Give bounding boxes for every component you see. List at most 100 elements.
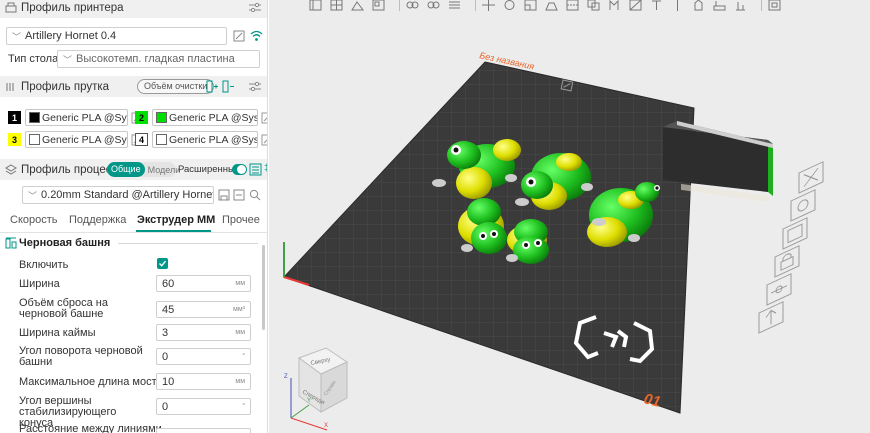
- bed-type-select[interactable]: ﹀ Высокотемп. гладкая пластина: [57, 50, 260, 68]
- z-axis-label: Z: [284, 374, 288, 380]
- 3d-viewport[interactable]: Без названия 01 Сверху Спереди Справа Z …: [269, 0, 870, 433]
- tab-other[interactable]: Прочее: [222, 212, 260, 228]
- param-input-line-spacing[interactable]: [156, 428, 251, 433]
- search-icon[interactable]: [249, 189, 261, 204]
- enable-prime-tower-checkbox[interactable]: [157, 258, 168, 269]
- edit-printer-icon[interactable]: [233, 30, 245, 45]
- plate-settings-icon[interactable]: [790, 189, 816, 222]
- param-input-width[interactable]: 60 мм: [156, 275, 251, 292]
- filament-select[interactable]: Generic PLA @Sys...: [25, 109, 128, 126]
- x-axis-label: X: [324, 423, 328, 429]
- enable-prime-tower-label: Включить: [19, 259, 69, 271]
- chevron-down-icon: ﹀: [12, 31, 22, 42]
- move-plate-icon[interactable]: [758, 301, 784, 334]
- y-axis-indicator: [290, 404, 310, 419]
- param-value: 60: [162, 277, 175, 290]
- filament-select[interactable]: Generic PLA @Syste...: [152, 131, 258, 148]
- toggle-global-option[interactable]: Общие: [107, 162, 145, 177]
- filament-number-badge: 3: [8, 133, 21, 146]
- filament-color-swatch[interactable]: [29, 112, 40, 123]
- param-value: 10: [162, 375, 175, 388]
- add-filament-icon[interactable]: [206, 80, 219, 96]
- param-label: Максимальное длина моста: [19, 376, 163, 388]
- tabs-divider: [0, 232, 267, 233]
- process-section-header[interactable]: Профиль процесса Общие Модели Расширенны…: [0, 159, 267, 180]
- delete-preset-icon[interactable]: [233, 189, 245, 204]
- group-divider: [118, 243, 258, 244]
- filament-name: Generic PLA @Syste...: [169, 133, 258, 146]
- printer-select-value: Artillery Hornet 0.4: [25, 30, 117, 42]
- save-preset-icon[interactable]: [218, 189, 230, 204]
- filament-name: Generic PLA @Sys...: [42, 133, 127, 146]
- param-input-bridge-length[interactable]: 10 мм: [156, 373, 251, 390]
- edit-filament-icon[interactable]: [261, 134, 267, 146]
- param-unit: мм: [235, 329, 245, 336]
- param-label: Угол поворота черновой башни: [19, 345, 143, 368]
- advanced-mode-switch[interactable]: [232, 164, 247, 175]
- prime-tower-icon: [5, 237, 17, 252]
- filament-number-badge: 1: [8, 111, 21, 124]
- param-input-cone-angle[interactable]: 0 °: [156, 398, 251, 415]
- param-unit: °: [242, 353, 245, 360]
- printer-section-header[interactable]: Профиль принтера: [0, 0, 267, 18]
- filament-name: Generic PLA @Syste...: [169, 111, 258, 124]
- tab-multimaterial[interactable]: Экструдер ММ: [137, 212, 215, 228]
- compare-icon[interactable]: [249, 163, 262, 179]
- printer-select[interactable]: ﹀ Artillery Hornet 0.4: [6, 27, 227, 45]
- filament-slot-2[interactable]: 2 Generic PLA @Syste...: [135, 109, 267, 126]
- advanced-mode-label: Расширенный: [178, 164, 241, 175]
- param-input-brim-width[interactable]: 3 мм: [156, 324, 251, 341]
- cut-off-icon[interactable]: ‡: [264, 163, 267, 176]
- param-unit: мм³: [233, 306, 245, 313]
- param-value: 0: [162, 400, 169, 413]
- filament-color-swatch[interactable]: [156, 112, 167, 123]
- lock-plate-icon[interactable]: [774, 245, 800, 278]
- bed-type-label: Тип стола: [8, 53, 59, 65]
- printer-section-title: Профиль принтера: [21, 1, 124, 14]
- filament-select[interactable]: Generic PLA @Syste...: [152, 109, 258, 126]
- filament-section-title: Профиль прутка: [21, 80, 110, 93]
- bed-type-value: Высокотемп. гладкая пластина: [76, 53, 235, 65]
- settings-scrollbar[interactable]: [262, 245, 265, 330]
- filament-number-badge: 4: [135, 133, 148, 146]
- flush-volumes-button[interactable]: Объём очистки: [137, 79, 215, 94]
- param-label: Ширина каймы: [19, 327, 96, 339]
- filament-color-swatch[interactable]: [29, 134, 40, 145]
- view-cube[interactable]: Сверху Спереди Справа Z Y X: [284, 347, 349, 431]
- param-value: 0: [162, 350, 169, 363]
- remove-filament-icon[interactable]: [222, 80, 235, 96]
- process-preset-select[interactable]: ﹀ 0.20mm Standard @Artillery Hornet - ..…: [22, 186, 214, 204]
- param-unit: °: [242, 403, 245, 410]
- param-input-rotation-angle[interactable]: 0 °: [156, 348, 251, 365]
- x-axis-indicator: [290, 417, 328, 431]
- filament-color-swatch[interactable]: [156, 134, 167, 145]
- settings-sliders-icon[interactable]: [248, 80, 262, 93]
- edit-filament-icon[interactable]: [261, 112, 267, 124]
- chevron-down-icon: ﹀: [63, 54, 73, 65]
- filament-slot-3[interactable]: 3 Generic PLA @Sys...: [8, 131, 143, 148]
- printer-icon: [5, 2, 17, 14]
- prime-tower-title: Черновая башня: [19, 237, 111, 249]
- tab-support[interactable]: Поддержка: [69, 212, 126, 228]
- filament-select[interactable]: Generic PLA @Sys...: [25, 131, 128, 148]
- process-tabs: Скорость Поддержка Экструдер ММ Прочее: [0, 212, 267, 232]
- plate-number-label: 01: [642, 390, 662, 411]
- 3d-scene[interactable]: Без названия 01 Сверху Спереди Справа Z …: [269, 0, 870, 433]
- wifi-icon[interactable]: [250, 29, 263, 45]
- param-label: Объём сброса на черновой башне: [19, 297, 109, 320]
- filament-name: Generic PLA @Sys...: [42, 111, 127, 124]
- filament-section-header[interactable]: Профиль прутка Объём очистки: [0, 76, 267, 97]
- param-unit: мм: [235, 378, 245, 385]
- filament-slot-4[interactable]: 4 Generic PLA @Syste...: [135, 131, 267, 148]
- filament-number-badge: 2: [135, 111, 148, 124]
- tab-speed[interactable]: Скорость: [10, 212, 58, 228]
- orient-plate-icon[interactable]: [766, 273, 792, 306]
- filament-icon: [5, 81, 17, 93]
- chevron-down-icon: ﹀: [28, 190, 38, 201]
- global-objects-toggle[interactable]: Общие Модели: [107, 162, 180, 177]
- delete-plate-icon[interactable]: [798, 161, 824, 194]
- filament-slot-1[interactable]: 1 Generic PLA @Sys...: [8, 109, 143, 126]
- settings-sliders-icon[interactable]: [248, 1, 262, 14]
- param-input-purge-volume[interactable]: 45 мм³: [156, 301, 251, 318]
- arrange-plate-icon[interactable]: [782, 217, 808, 250]
